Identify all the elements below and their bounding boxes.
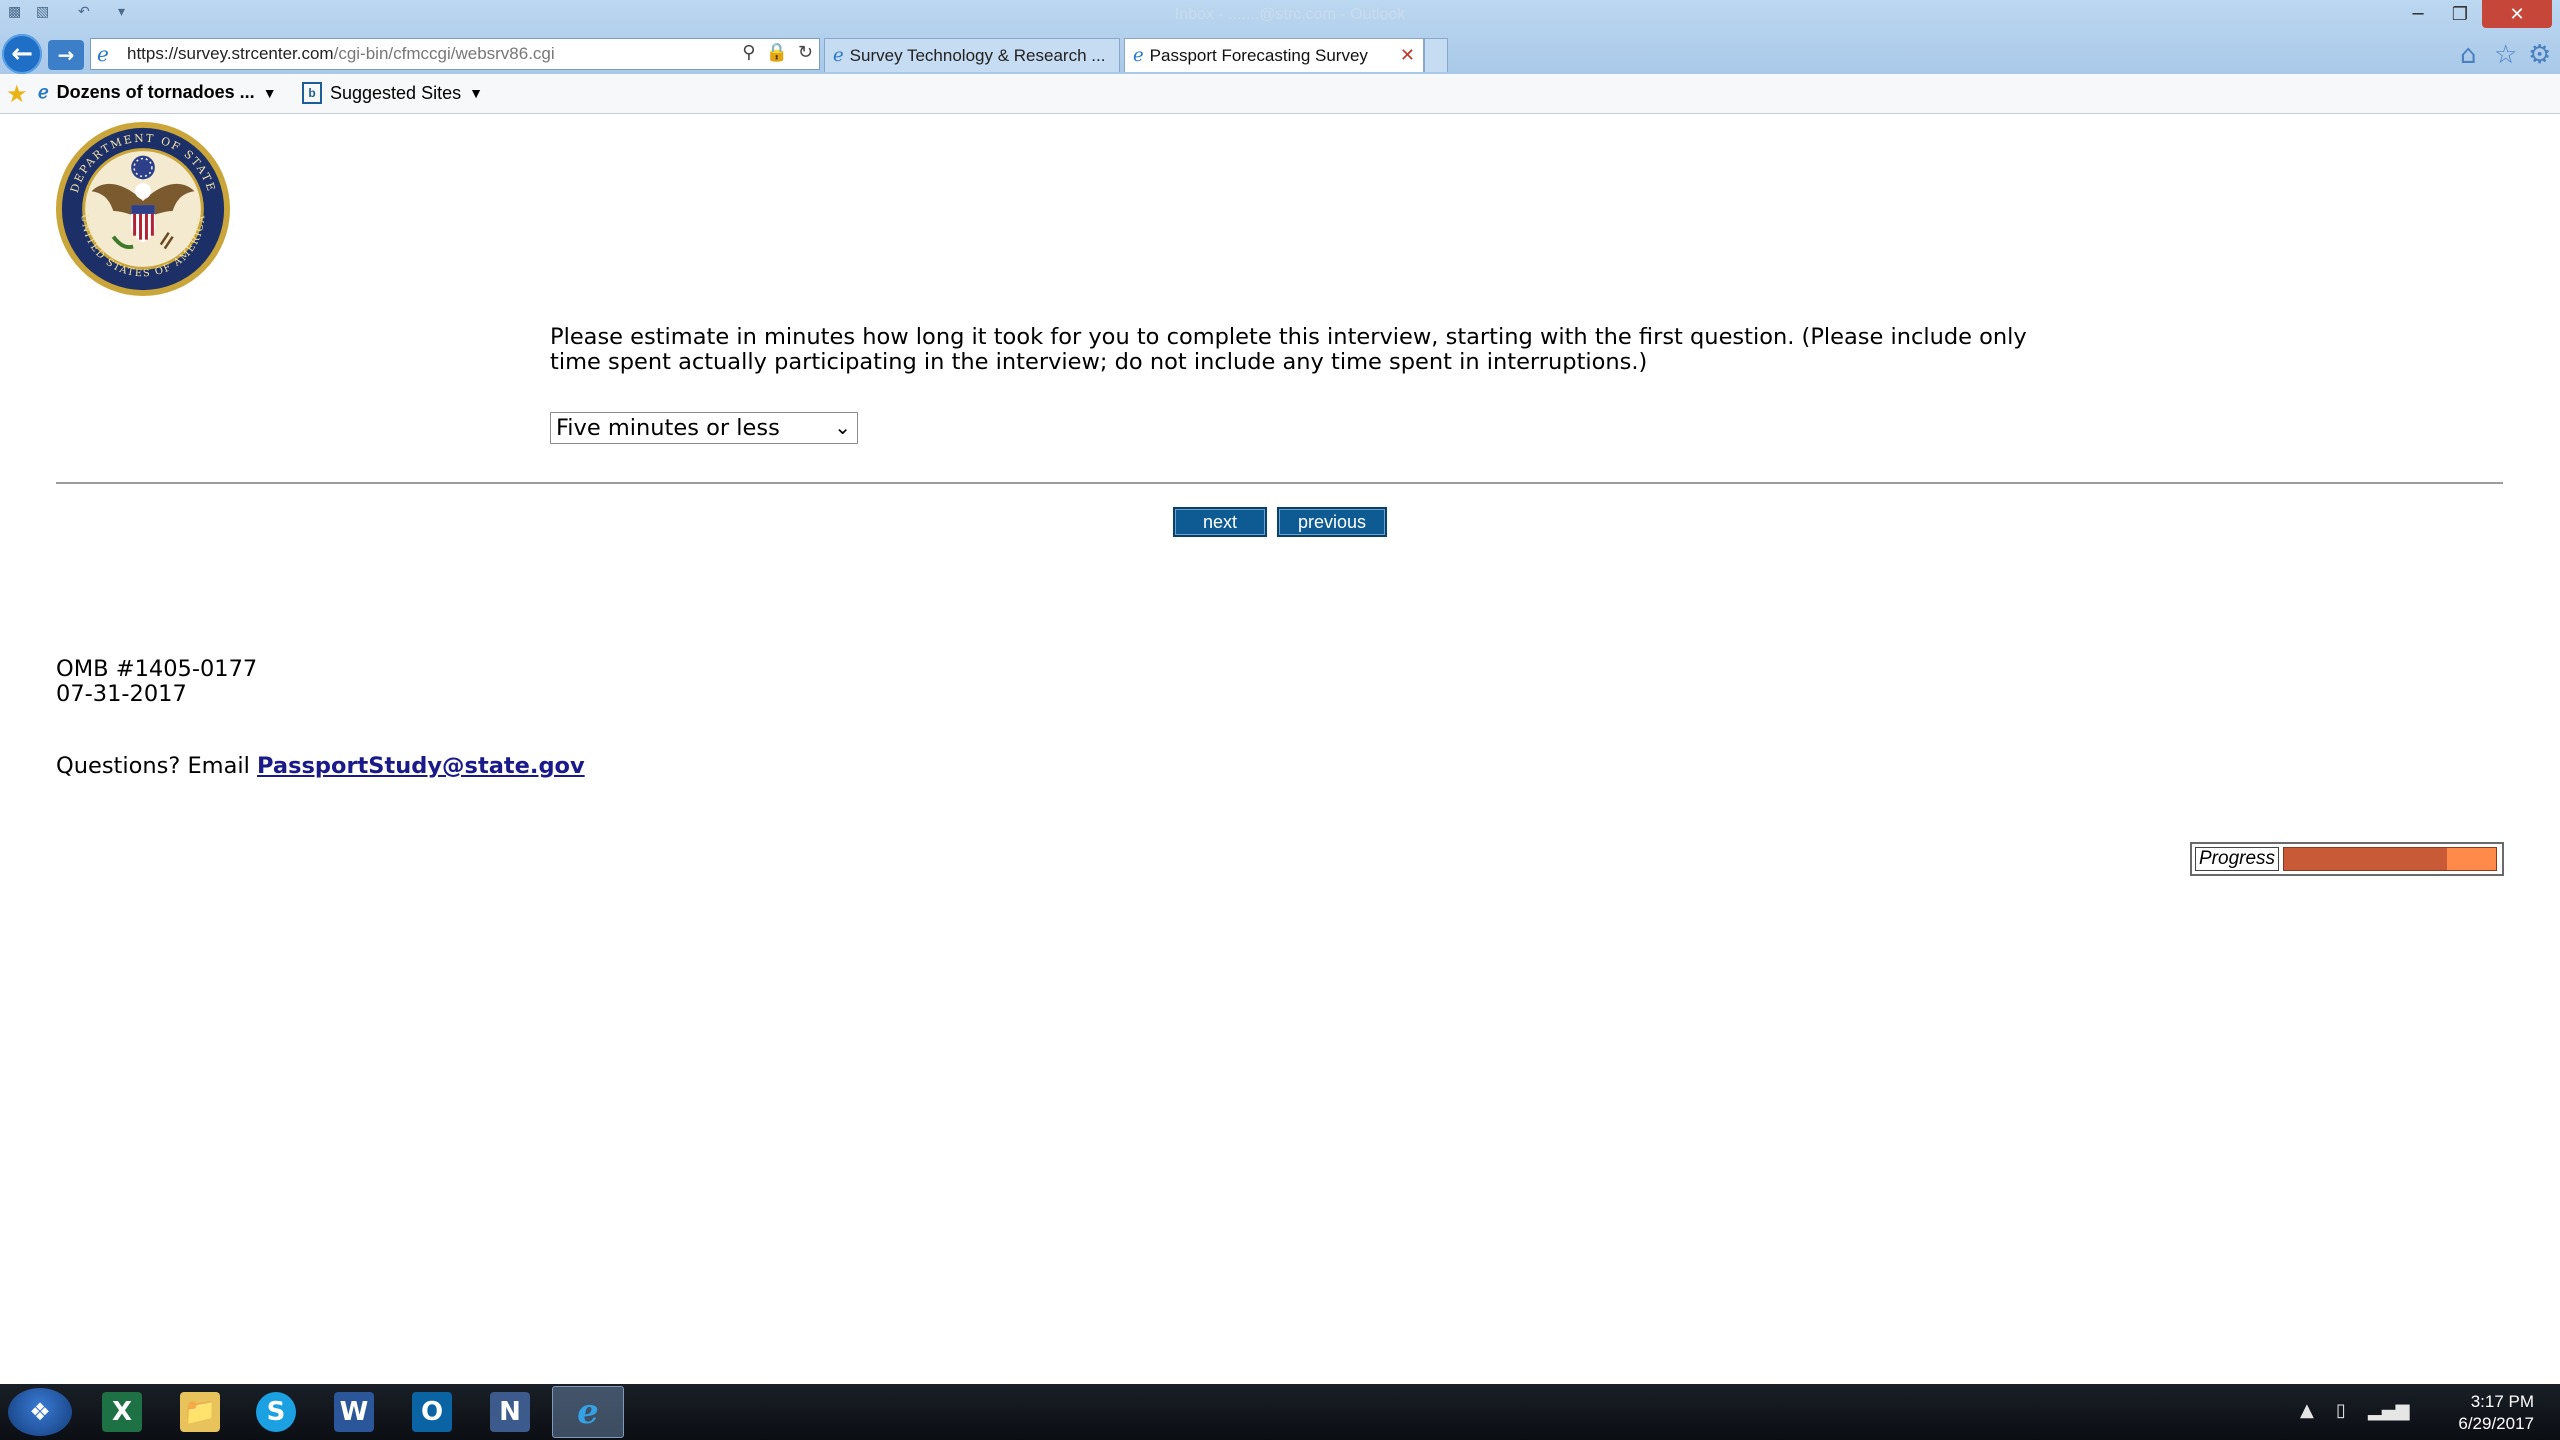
system-tray: ▲ ▯ ▂▄▆ 3:17 PM 6/29/2017 <box>2300 1384 2560 1440</box>
word-icon: W <box>334 1392 374 1432</box>
omb-number: OMB #1405-0177 <box>56 656 258 682</box>
taskbar-nuance[interactable]: N <box>474 1386 546 1438</box>
chevron-down-icon[interactable]: ▼ <box>263 85 277 101</box>
nuance-icon: N <box>490 1392 530 1432</box>
progress-indicator: Progress <box>2190 842 2504 876</box>
back-button[interactable]: ← <box>2 34 42 74</box>
taskbar-internet-explorer[interactable]: ℯ <box>552 1386 624 1438</box>
url-host: https://survey.strcenter.com <box>127 44 334 63</box>
quick-access-save-icon[interactable]: ▩ <box>8 4 21 20</box>
progress-label: Progress <box>2195 847 2280 871</box>
restore-icon: ❐ <box>2451 3 2469 25</box>
close-tab-icon[interactable]: ✕ <box>1400 45 1415 66</box>
minimize-button[interactable]: ─ <box>2398 0 2438 28</box>
taskbar-skype[interactable]: S <box>240 1386 312 1438</box>
forward-button[interactable]: → <box>48 40 84 70</box>
divider <box>56 482 2503 484</box>
search-icon[interactable]: ⚲ <box>742 42 755 63</box>
favorites-star-icon[interactable]: ☆ <box>2494 40 2517 70</box>
close-icon: ✕ <box>2509 3 2525 25</box>
file-explorer-icon: 📁 <box>180 1392 220 1432</box>
device-icon[interactable]: ▯ <box>2336 1400 2346 1421</box>
favorites-star-icon[interactable]: ★ <box>6 80 28 109</box>
clock-time[interactable]: 3:17 PM <box>2471 1392 2534 1412</box>
window-titlebar: ▩ ▧ ↶ ▾ Inbox - .......@strc.com - Outlo… <box>0 0 2560 74</box>
address-url[interactable]: https://survey.strcenter.com/cgi-bin/cfm… <box>127 44 555 64</box>
excel-icon: X <box>102 1392 142 1432</box>
favorites-bar: ★ ℯ Dozens of tornadoes ... ▼ b Suggeste… <box>0 74 2560 114</box>
ie-tab-icon: ℯ <box>1133 45 1144 65</box>
favorites-item-tornadoes[interactable]: ℯ Dozens of tornadoes ... ▼ <box>38 82 277 103</box>
favorites-item-label: Suggested Sites <box>330 82 462 103</box>
contact-prefix: Questions? Email <box>56 753 258 779</box>
undo-icon[interactable]: ↶ <box>78 4 90 20</box>
duration-select[interactable]: Five minutes or less ⌄ <box>550 412 858 444</box>
contact-line: Questions? Email PassportStudy@state.gov <box>56 753 585 779</box>
taskbar-file-explorer[interactable]: 📁 <box>164 1386 236 1438</box>
minimize-icon: ─ <box>2412 3 2424 25</box>
restore-button[interactable]: ❐ <box>2440 0 2480 28</box>
omb-expiration-date: 07-31-2017 <box>56 681 187 707</box>
ie-page-icon: ℯ <box>97 42 109 66</box>
new-tab-button[interactable] <box>1424 38 1448 72</box>
ie-page-icon: ℯ <box>38 82 49 102</box>
home-icon[interactable]: ⌂ <box>2460 40 2477 70</box>
show-hidden-icons-chevron-up-icon[interactable]: ▲ <box>2300 1400 2314 1421</box>
refresh-icon[interactable]: ↻ <box>798 42 813 63</box>
previous-button[interactable]: previous <box>1277 507 1387 537</box>
internet-explorer-icon: ℯ <box>577 1392 599 1432</box>
omb-info: OMB #1405-0177 07-31-2017 <box>56 657 257 707</box>
address-tools: ⚲ 🔒 ↻ <box>742 42 813 63</box>
bing-icon: b <box>302 82 322 104</box>
windows-logo-icon: ❖ <box>29 1398 51 1426</box>
address-bar[interactable]: ℯ https://survey.strcenter.com/cgi-bin/c… <box>90 38 820 70</box>
favorites-item-label: Dozens of tornadoes ... <box>56 82 255 102</box>
contact-email-link[interactable]: PassportStudy@state.gov <box>257 753 585 779</box>
progress-bar-fill <box>2284 848 2448 870</box>
ie-tab-icon: ℯ <box>833 45 844 65</box>
gear-icon[interactable]: ⚙ <box>2528 40 2551 70</box>
back-arrow-icon: ← <box>11 39 33 69</box>
taskbar-outlook[interactable]: O <box>396 1386 468 1438</box>
selected-option: Five minutes or less <box>556 415 780 441</box>
survey-question: Please estimate in minutes how long it t… <box>550 324 2027 375</box>
forward-arrow-icon: → <box>57 43 75 67</box>
progress-bar-track <box>2283 847 2498 871</box>
chevron-down-icon[interactable]: ▼ <box>469 85 483 101</box>
tab-survey-technology[interactable]: ℯ Survey Technology & Research ... <box>824 38 1120 72</box>
next-button[interactable]: next <box>1173 507 1267 537</box>
taskbar-excel[interactable]: X <box>86 1386 158 1438</box>
tab-label: Passport Forecasting Survey <box>1149 45 1368 65</box>
clock-date[interactable]: 6/29/2017 <box>2458 1414 2534 1434</box>
chevron-down-icon[interactable]: ⌄ <box>834 415 851 439</box>
favorites-item-suggested-sites[interactable]: b Suggested Sites ▼ <box>302 82 483 104</box>
url-path: /cgi-bin/cfmccgi/websrv86.cgi <box>333 44 555 63</box>
tab-passport-forecasting-survey[interactable]: ℯ Passport Forecasting Survey ✕ <box>1124 38 1424 72</box>
windows-taskbar: ❖ X 📁 S W O N ℯ ▲ ▯ ▂▄▆ 3:17 PM 6/29/201… <box>0 1384 2560 1440</box>
taskbar-word[interactable]: W <box>318 1386 390 1438</box>
close-window-button[interactable]: ✕ <box>2482 0 2552 28</box>
tab-label: Survey Technology & Research ... <box>849 45 1106 65</box>
window-title: Inbox - .......@strc.com - Outlook <box>1174 6 1406 23</box>
outlook-icon: O <box>412 1392 452 1432</box>
start-button[interactable]: ❖ <box>8 1388 72 1436</box>
quick-access-print-icon[interactable]: ▧ <box>36 4 49 20</box>
quick-access-dropdown-icon[interactable]: ▾ <box>118 4 125 20</box>
network-signal-icon[interactable]: ▂▄▆ <box>2368 1400 2410 1421</box>
skype-icon: S <box>256 1392 296 1432</box>
lock-icon[interactable]: 🔒 <box>765 42 787 63</box>
department-of-state-seal-logo: DEPARTMENT OF STATE UNITED STATES OF AME… <box>55 121 231 297</box>
